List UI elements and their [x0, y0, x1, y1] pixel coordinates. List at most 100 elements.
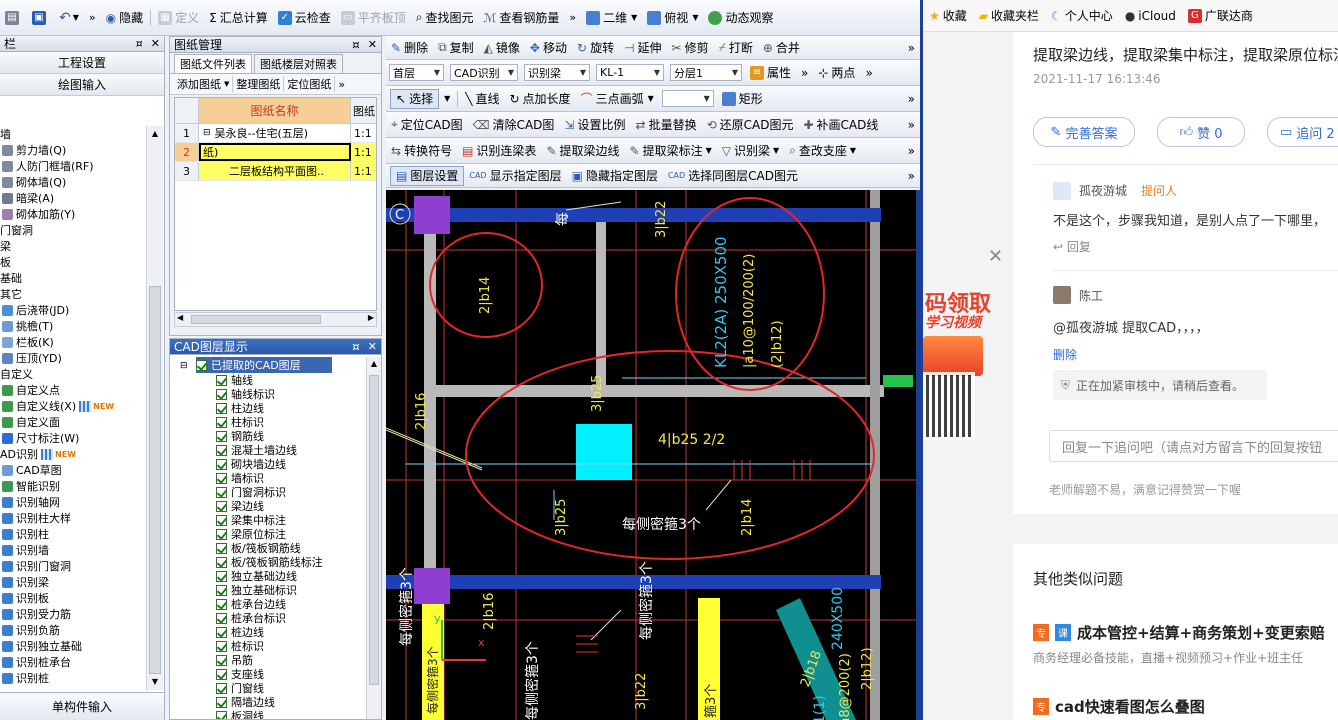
- layer-checkbox[interactable]: [216, 570, 227, 582]
- nav-item[interactable]: 剪力墙(Q): [0, 142, 146, 158]
- toolbar-overflow-icon[interactable]: »: [903, 36, 920, 59]
- layer-checkbox[interactable]: [216, 374, 227, 386]
- toolbar-overflow-icon[interactable]: »: [903, 86, 920, 111]
- layer-checkbox[interactable]: [216, 402, 227, 414]
- nav-item[interactable]: 识别板: [0, 590, 146, 606]
- nav-item[interactable]: 识别轴网: [0, 494, 146, 510]
- nav-item[interactable]: 智能识别: [0, 478, 146, 494]
- nav-item[interactable]: 梁: [0, 238, 146, 254]
- clear-cad-button[interactable]: ⌫ 清除CAD图: [468, 112, 560, 137]
- two-points-button[interactable]: ⊹ 两点: [813, 60, 860, 85]
- nav-item[interactable]: 自定义点: [0, 382, 146, 398]
- reply-input[interactable]: 回复一下追问吧（请点对方留言下的回复按钮: [1049, 430, 1338, 462]
- layer-item[interactable]: 轴线标识: [170, 387, 366, 401]
- scale-button[interactable]: ⇲ 设置比例: [559, 112, 630, 137]
- layer-item[interactable]: 柱边线: [170, 401, 366, 415]
- drawing-name-cell[interactable]: ⊟ 吴永良--住宅(五层): [199, 124, 351, 142]
- collapse-icon[interactable]: ⊟: [180, 361, 188, 371]
- layer-root-checkbox[interactable]: [196, 359, 207, 371]
- add-drawing-button[interactable]: 添加图纸 ▼: [174, 76, 234, 92]
- toolbar-overflow-icon[interactable]: »: [335, 78, 348, 91]
- bookmark-favorites-bar[interactable]: ▰ 收藏夹栏: [973, 7, 1045, 24]
- layer-item[interactable]: 钢筋线: [170, 429, 366, 443]
- layer-checkbox[interactable]: [216, 556, 227, 568]
- rotate-button[interactable]: ↻ 旋转: [572, 36, 619, 59]
- layer-checkbox[interactable]: [216, 612, 227, 624]
- redraw-cad-button[interactable]: ✚ 补画CAD线: [798, 112, 883, 137]
- comment-user[interactable]: 陈工: [1079, 287, 1103, 304]
- nav-item[interactable]: 识别墙: [0, 542, 146, 558]
- reply-button[interactable]: ↩ 回复: [1053, 238, 1091, 255]
- batch-replace-button[interactable]: ⇄ 批量替换: [631, 112, 702, 137]
- drawing-scale-cell[interactable]: 1:1: [351, 162, 376, 180]
- layer-checkbox[interactable]: [216, 514, 227, 526]
- extract-beam-label-button[interactable]: ✎ 提取梁标注 ▼: [625, 138, 717, 163]
- nav-item[interactable]: 砌体加筋(Y): [0, 206, 146, 222]
- nav-scrollbar[interactable]: ▲ ▼: [146, 126, 163, 690]
- nav-item[interactable]: 基础: [0, 270, 146, 286]
- table-row[interactable]: 1 ⊟ 吴永良--住宅(五层) 1:1: [175, 124, 376, 143]
- single-member-input-button[interactable]: 单构件输入: [0, 692, 164, 720]
- close-icon[interactable]: ✕: [368, 38, 377, 51]
- table-row[interactable]: 2 纸) 1:1: [175, 143, 376, 162]
- view-rebar-button[interactable]: ℳ 查看钢筋量: [479, 0, 565, 35]
- nav-item[interactable]: 墙: [0, 126, 146, 142]
- drawing-name-cell[interactable]: 纸): [199, 143, 351, 161]
- find-element-button[interactable]: ⌕ 查找图元: [411, 0, 479, 35]
- layer-checkbox[interactable]: [216, 710, 227, 719]
- layer-checkbox[interactable]: [216, 640, 227, 652]
- recog-beam-select[interactable]: 识别梁 ▼: [524, 64, 590, 81]
- layer-item[interactable]: 独立基础标识: [170, 583, 366, 597]
- nav-item[interactable]: 自定义线(X) NEW: [0, 398, 146, 414]
- nav-item[interactable]: 识别梁: [0, 574, 146, 590]
- layer-item[interactable]: 板/筏板钢筋线标注: [170, 555, 366, 569]
- save-icon[interactable]: ▣: [27, 0, 54, 35]
- layer-root[interactable]: 已提取的CAD图层: [196, 357, 332, 373]
- layer-item[interactable]: 轴线: [170, 373, 366, 387]
- define-button[interactable]: ▦ 定义: [153, 0, 204, 35]
- nav-item[interactable]: 砌体墙(Q): [0, 174, 146, 190]
- nav-item[interactable]: 人防门框墙(RF): [0, 158, 146, 174]
- cad-recog-select[interactable]: CAD识别 ▼: [450, 64, 518, 81]
- layer-item[interactable]: 桩边线: [170, 625, 366, 639]
- layer-checkbox[interactable]: [216, 696, 227, 708]
- delete-button[interactable]: ✎ 删除: [386, 36, 433, 59]
- layer-checkbox[interactable]: [216, 542, 227, 554]
- merge-button[interactable]: ⊕ 合并: [758, 36, 805, 59]
- nav-item[interactable]: CAD草图: [0, 462, 146, 478]
- layer-item[interactable]: 独立基础边线: [170, 569, 366, 583]
- trim-button[interactable]: ✂ 修剪: [667, 36, 714, 59]
- layer-checkbox[interactable]: [216, 598, 227, 610]
- nav-item[interactable]: 识别负筋: [0, 622, 146, 638]
- attribute-button[interactable]: ≡ 属性: [745, 60, 796, 85]
- layer-checkbox[interactable]: [216, 388, 227, 400]
- layer-item[interactable]: 砌块墙边线: [170, 457, 366, 471]
- locate-cad-button[interactable]: ⌖ 定位CAD图: [386, 112, 468, 137]
- follow-up-button[interactable]: ▭ 追问 2: [1267, 117, 1338, 147]
- tab-drawing-file-list[interactable]: 图纸文件列表: [174, 54, 252, 73]
- layer-checkbox[interactable]: [216, 528, 227, 540]
- collapse-icon[interactable]: ⊟: [203, 128, 211, 138]
- support-button[interactable]: ⌕ 查改支座 ▼: [784, 138, 861, 163]
- nav-item[interactable]: 板: [0, 254, 146, 270]
- break-button[interactable]: ⌿ 打断: [714, 36, 758, 59]
- view-top-dropdown[interactable]: 俯视 ▼: [642, 0, 703, 35]
- app-menu-icon[interactable]: ▤: [0, 0, 27, 35]
- nav-item[interactable]: 压顶(YD): [0, 350, 146, 366]
- layer-item[interactable]: 混凝土墙边线: [170, 443, 366, 457]
- bookmark-icloud[interactable]: ● iCloud: [1119, 9, 1182, 23]
- floor-select[interactable]: 首层 ▼: [389, 64, 444, 81]
- nav-item[interactable]: 门窗洞: [0, 222, 146, 238]
- layer-checkbox[interactable]: [216, 486, 227, 498]
- locate-drawing-button[interactable]: 定位图纸: [284, 76, 336, 92]
- select-layer-button[interactable]: CAD 选择同图层CAD图元: [663, 164, 803, 187]
- toolbar-overflow-icon[interactable]: »: [564, 0, 581, 35]
- tab-drawing-floor-map[interactable]: 图纸楼层对照表: [254, 54, 343, 73]
- layer-checkbox[interactable]: [216, 458, 227, 470]
- nav-item[interactable]: 识别桩承台: [0, 654, 146, 670]
- layer-checkbox[interactable]: [216, 430, 227, 442]
- hide-button[interactable]: ◉ 隐藏: [101, 0, 149, 35]
- drawing-input-button[interactable]: 绘图输入: [0, 74, 164, 96]
- nav-item[interactable]: 其它: [0, 286, 146, 302]
- bookmark-favorites[interactable]: ★ 收藏: [923, 7, 973, 24]
